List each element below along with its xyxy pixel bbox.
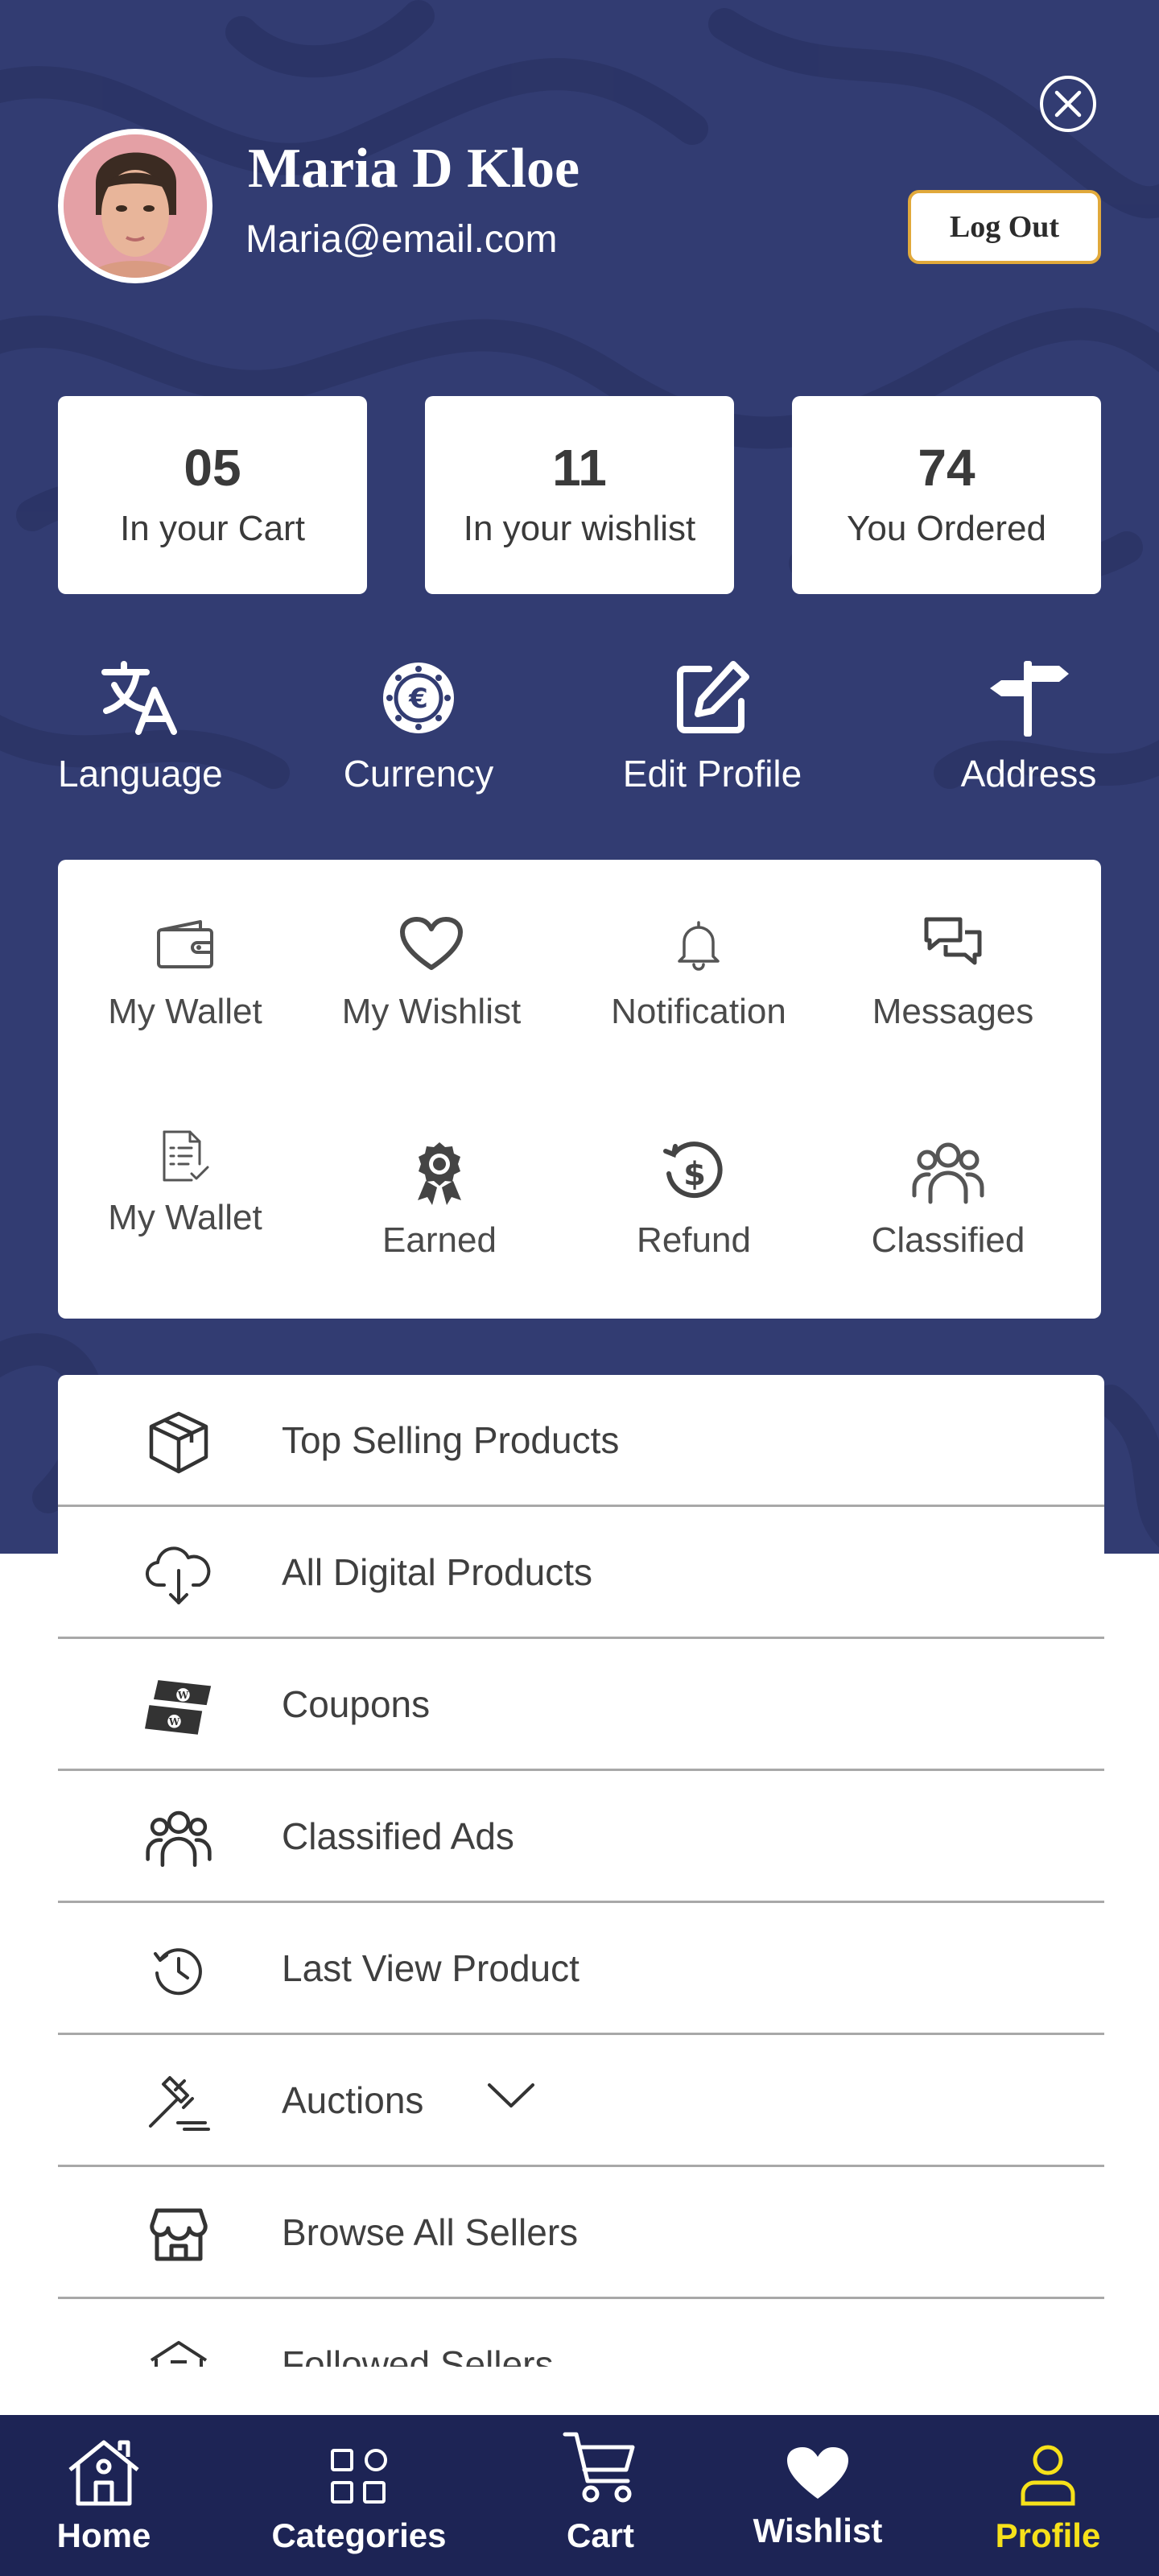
heart-outline-icon <box>400 917 463 970</box>
menu-item-top-selling[interactable]: Top Selling Products <box>58 1375 1104 1507</box>
menu-label: Top Selling Products <box>282 1419 620 1461</box>
grid-messages[interactable]: Messages <box>832 908 1074 1032</box>
grid-refund[interactable]: $ Refund <box>573 1137 815 1261</box>
grid-label: Earned <box>382 1220 497 1260</box>
nav-categories[interactable]: Categories <box>254 2415 464 2576</box>
box-icon <box>149 1411 208 1474</box>
heart-filled-icon <box>787 2447 848 2499</box>
svg-text:W: W <box>177 1690 189 1701</box>
quick-currency[interactable]: € Currency <box>336 654 501 795</box>
quick-edit-profile[interactable]: Edit Profile <box>612 654 813 795</box>
quick-language[interactable]: Language <box>58 654 223 795</box>
menu-label: Classified Ads <box>282 1815 514 1857</box>
award-ribbon-icon <box>418 1142 461 1205</box>
user-email: Maria@email.com <box>245 218 558 261</box>
stat-label: In your wishlist <box>463 509 696 548</box>
store-icon <box>150 2208 208 2261</box>
grid-squares-icon <box>331 2449 387 2504</box>
stat-value: 05 <box>184 439 241 497</box>
grid-label: Classified <box>871 1220 1025 1260</box>
nav-wishlist[interactable]: Wishlist <box>713 2415 922 2576</box>
nav-cart[interactable]: Cart <box>496 2415 705 2576</box>
translate-icon <box>101 661 177 735</box>
wallet-icon <box>157 920 213 968</box>
cart-icon <box>563 2432 635 2503</box>
menu-label: Followed Sellers <box>282 2343 554 2367</box>
quick-label: Language <box>58 753 223 795</box>
nav-profile[interactable]: Profile <box>943 2415 1153 2576</box>
menu-label: Browse All Sellers <box>282 2211 579 2253</box>
grid-label: My Wallet <box>108 992 262 1031</box>
quick-label: Edit Profile <box>622 753 802 795</box>
svg-text:W: W <box>168 1716 180 1728</box>
menu-item-classified-ads[interactable]: Classified Ads <box>58 1771 1104 1903</box>
grid-earned[interactable]: Earned <box>319 1137 560 1261</box>
menu-item-digital-products[interactable]: All Digital Products <box>58 1507 1104 1639</box>
store-follow-icon <box>150 2341 208 2367</box>
refund-dollar-icon: $ <box>663 1141 723 1199</box>
users-group-icon <box>912 1142 984 1204</box>
nav-home[interactable]: Home <box>0 2415 208 2576</box>
grid-my-wallet-docs[interactable]: My Wallet <box>64 1125 306 1238</box>
stat-card-wishlist[interactable]: 11 In your wishlist <box>425 396 734 594</box>
user-name: Maria D Kloe <box>248 138 580 200</box>
grid-classified[interactable]: Classified <box>827 1137 1069 1261</box>
svg-text:€: € <box>408 683 428 715</box>
quick-label: Address <box>960 753 1097 795</box>
stat-label: In your Cart <box>120 509 305 548</box>
profile-header: Maria D Kloe Maria@email.com Log Out 05 … <box>0 0 1159 1554</box>
home-icon <box>68 2440 139 2506</box>
nav-label: Wishlist <box>753 2512 883 2549</box>
user-icon <box>1021 2445 1075 2506</box>
menu-item-coupons[interactable]: W W Coupons <box>58 1639 1104 1771</box>
signpost-icon <box>990 661 1069 737</box>
stat-value: 74 <box>918 439 975 497</box>
grid-label: Notification <box>611 992 786 1031</box>
nav-label: Profile <box>995 2516 1101 2554</box>
nav-label: Cart <box>566 2516 635 2554</box>
edit-icon <box>677 661 749 733</box>
menu-item-browse-sellers[interactable]: Browse All Sellers <box>58 2167 1104 2299</box>
account-shortcuts-card: My Wallet My Wishlist Notification Messa… <box>58 860 1101 1319</box>
stat-card-orders[interactable]: 74 You Ordered <box>792 396 1101 594</box>
chevron-down-icon[interactable] <box>486 2079 536 2111</box>
grid-my-wallet[interactable]: My Wallet <box>64 908 306 1032</box>
nav-label: Home <box>56 2516 151 2554</box>
menu-label: Coupons <box>282 1683 431 1725</box>
grid-label: My Wallet <box>108 1198 262 1237</box>
menu-item-followed-sellers[interactable]: Followed Sellers <box>58 2299 1104 2367</box>
grid-notification[interactable]: Notification <box>578 908 819 1032</box>
grid-label: Messages <box>872 992 1034 1031</box>
coupon-icon: W W <box>145 1680 212 1735</box>
history-icon <box>154 1948 202 1996</box>
stat-card-cart[interactable]: 05 In your Cart <box>58 396 367 594</box>
menu-list: Top Selling Products All Digital Product… <box>58 1375 1104 2367</box>
bell-icon <box>678 921 720 971</box>
svg-text:$: $ <box>683 1156 706 1193</box>
avatar[interactable] <box>58 129 212 283</box>
menu-item-auctions[interactable]: Auctions <box>58 2035 1104 2167</box>
grid-my-wishlist[interactable]: My Wishlist <box>311 908 552 1032</box>
chat-bubbles-icon <box>924 917 982 965</box>
menu-label: All Digital Products <box>282 1551 593 1593</box>
menu-item-last-view[interactable]: Last View Product <box>58 1903 1104 2035</box>
logout-button[interactable]: Log Out <box>908 190 1101 264</box>
gavel-icon <box>149 2076 210 2131</box>
close-icon[interactable] <box>1040 76 1096 132</box>
cloud-download-icon <box>145 1546 211 1604</box>
quick-address[interactable]: Address <box>947 654 1111 795</box>
grid-label: Refund <box>637 1220 751 1260</box>
bottom-navigation: Home Categories Cart Wishlist Profile <box>0 2415 1159 2576</box>
euro-coin-icon: € <box>383 663 454 733</box>
stat-label: You Ordered <box>847 509 1046 548</box>
quick-label: Currency <box>343 753 494 795</box>
nav-label: Categories <box>271 2516 447 2554</box>
document-check-icon <box>163 1130 209 1182</box>
stat-value: 11 <box>552 439 607 497</box>
grid-label: My Wishlist <box>341 992 522 1031</box>
menu-label: Last View Product <box>282 1947 580 1989</box>
users-group-icon <box>146 1810 212 1868</box>
menu-label: Auctions <box>282 2079 424 2121</box>
